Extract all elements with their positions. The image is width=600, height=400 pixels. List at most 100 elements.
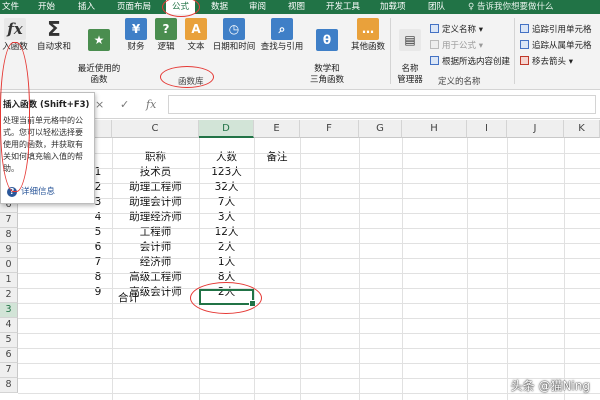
tab-file[interactable]: 文件 [2, 0, 19, 14]
use-in-formula-button[interactable]: 用于公式 ▾ [430, 39, 483, 51]
gridline [564, 138, 565, 400]
financial-button[interactable]: ¥ 财务 [124, 18, 148, 53]
lookup-label: 查找与引用 [260, 42, 304, 52]
row-header[interactable]: 0 [0, 258, 18, 273]
gridline [18, 153, 600, 154]
tab-formulas[interactable]: 公式 [166, 0, 196, 14]
column-header[interactable]: H [402, 120, 467, 138]
more-functions-button[interactable]: … 其他函数 [348, 18, 388, 53]
row-header[interactable]: 6 [0, 348, 18, 363]
column-header-selected[interactable]: D [199, 120, 254, 138]
menu-bar: 文件 开始 插入 页面布局 公式 数据 审阅 视图 开发工具 加载项 团队 ♀ … [0, 0, 600, 14]
star-book-icon: ★ [88, 29, 110, 51]
theta-book-icon: θ [316, 29, 338, 51]
column-header[interactable]: J [507, 120, 564, 138]
tab-home[interactable]: 开始 [38, 0, 55, 14]
column-header[interactable]: E [254, 120, 300, 138]
row-header[interactable]: 7 [0, 213, 18, 228]
datetime-label: 日期和时间 [212, 42, 256, 52]
row-header-selected[interactable]: 3 [0, 303, 18, 318]
formula-input[interactable] [168, 95, 596, 114]
tab-team[interactable]: 团队 [428, 0, 445, 14]
gridline [18, 303, 600, 304]
sigma-icon: Σ [47, 17, 61, 41]
tell-me-more-link[interactable]: ? 详细信息 [7, 185, 55, 197]
gridline [467, 138, 468, 400]
row-header[interactable]: 8 [0, 228, 18, 243]
name-manager-button[interactable]: ▤ 名称 管理器 [394, 18, 426, 86]
clock-book-icon: ◷ [223, 18, 245, 40]
column-header[interactable]: I [467, 120, 507, 138]
more-functions-label: 其他函数 [350, 42, 385, 52]
group-separator [390, 18, 391, 84]
financial-book-icon: ¥ [125, 18, 147, 40]
row-header[interactable]: 9 [0, 243, 18, 258]
gridline [18, 258, 600, 259]
tab-data[interactable]: 数据 [211, 0, 228, 14]
grid-small-icon [430, 56, 439, 65]
trace-dependents-button[interactable]: 追踪从属单元格 [520, 39, 592, 51]
text-book-icon: A [185, 18, 207, 40]
tell-me-box[interactable]: ♀ 告诉我你想要做什么 [468, 0, 553, 14]
datetime-button[interactable]: ◷ 日期和时间 [210, 18, 258, 53]
group-separator [514, 18, 515, 84]
row-header[interactable]: 4 [0, 318, 18, 333]
gridline [359, 138, 360, 400]
insert-function-label: 入函数 [2, 42, 28, 52]
autosum-button[interactable]: Σ 自动求和 [34, 18, 74, 53]
confirm-icon[interactable]: ✓ [120, 98, 129, 111]
gridline [18, 168, 600, 169]
gridline [18, 228, 600, 229]
watermark: 头条 @猫Ning [510, 379, 590, 393]
ribbon: fx 入函数 Σ 自动求和 ★ 最近使用的 函数 ¥ 财务 ? 逻辑 A 文本 … [0, 14, 600, 90]
tab-page-layout[interactable]: 页面布局 [117, 0, 151, 14]
trace-arrow-icon [520, 40, 529, 49]
row-header[interactable]: 1 [0, 273, 18, 288]
lightbulb-icon: ♀ [468, 2, 477, 12]
use-in-formula-label: 用于公式 [442, 41, 477, 51]
tab-developer[interactable]: 开发工具 [326, 0, 360, 14]
define-name-button[interactable]: 定义名称 ▾ [430, 23, 483, 35]
tab-insert[interactable]: 插入 [78, 0, 95, 14]
tell-me-text: 告诉我你想要做什么 [476, 2, 554, 12]
tooltip-title: 插入函数 (Shift+F3) [3, 100, 90, 110]
more-book-icon: … [357, 18, 379, 40]
recent-functions-button[interactable]: ★ 最近使用的 函数 [76, 18, 122, 86]
row-header[interactable]: 7 [0, 363, 18, 378]
trace-arrow-icon [520, 24, 529, 33]
selected-cell[interactable] [199, 289, 256, 307]
tab-view[interactable]: 视图 [288, 0, 305, 14]
column-header[interactable]: C [112, 120, 199, 138]
text-label: 文本 [187, 42, 205, 52]
gridline [18, 198, 600, 199]
column-header[interactable]: F [300, 120, 359, 138]
gridline [18, 333, 600, 334]
cancel-icon[interactable]: × [95, 98, 104, 111]
remove-arrows-button[interactable]: 移去箭头 ▾ [520, 55, 573, 67]
financial-label: 财务 [127, 42, 145, 52]
logical-button[interactable]: ? 逻辑 [154, 18, 178, 53]
trace-precedents-button[interactable]: 追踪引用单元格 [520, 23, 592, 35]
tag-icon: ▤ [399, 29, 421, 51]
row-header[interactable]: 8 [0, 378, 18, 393]
gridline [18, 273, 600, 274]
tab-addins[interactable]: 加载项 [380, 0, 406, 14]
text-button[interactable]: A 文本 [184, 18, 208, 53]
logical-label: 逻辑 [157, 42, 175, 52]
gridline [300, 138, 301, 400]
lookup-button[interactable]: ⌕ 查找与引用 [258, 18, 306, 53]
create-from-selection-button[interactable]: 根据所选内容创建 [430, 55, 510, 67]
fx-icon[interactable]: fx [146, 98, 156, 111]
create-from-selection-label: 根据所选内容创建 [442, 57, 511, 67]
tell-me-more-label: 详细信息 [21, 187, 56, 197]
column-header[interactable]: G [359, 120, 402, 138]
column-header[interactable]: K [564, 120, 600, 138]
row-header[interactable]: 5 [0, 333, 18, 348]
insert-function-button[interactable]: fx 入函数 [0, 18, 30, 53]
trace-dependents-label: 追踪从属单元格 [532, 41, 592, 51]
tab-review[interactable]: 审阅 [249, 0, 266, 14]
math-button[interactable]: θ 数学和 三角函数 [310, 18, 344, 86]
row-header[interactable]: 2 [0, 288, 18, 303]
insert-function-tooltip: 插入函数 (Shift+F3) 处理当前单元格中的公式。您可以轻松选择要使用的函… [0, 92, 95, 204]
define-name-label: 定义名称 [442, 25, 477, 35]
